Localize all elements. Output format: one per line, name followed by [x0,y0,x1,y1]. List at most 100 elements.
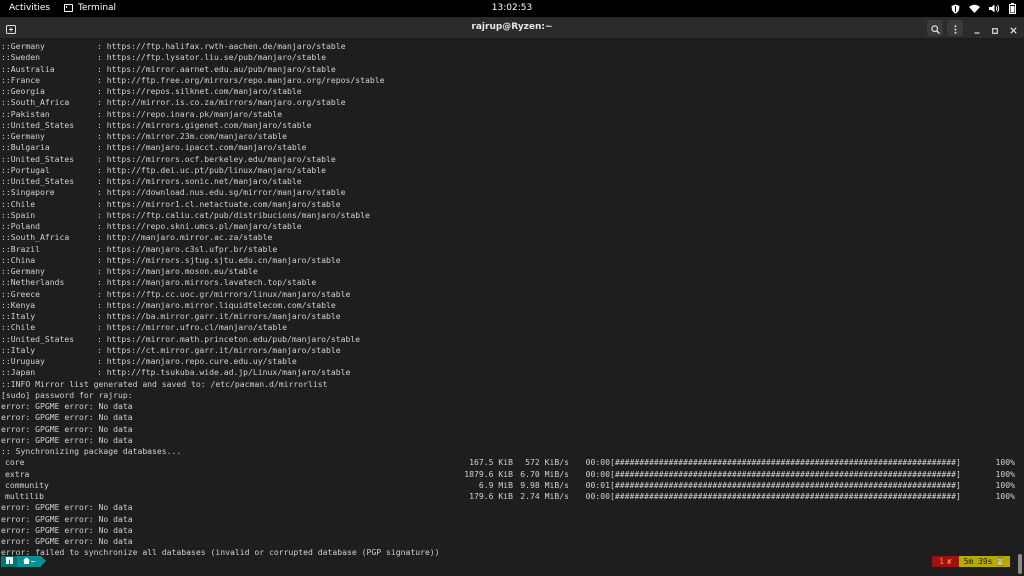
app-menu-terminal[interactable]: Terminal [64,3,116,13]
mirror-line: ::Portugal : http://ftp.dei.uc.pt/pub/lin… [1,165,1019,176]
home-icon [22,557,30,566]
mirror-country: ::Italy [1,311,36,321]
terminal-header-bar: rajrup@Ryzen:~ [0,17,1024,39]
mirror-line: ::Brazil: https://manjaro.c3sl.ufpr.br/s… [1,244,1019,255]
mirror-url: : https://ftp.lysator.liu.se/pub/manjaro… [97,52,327,63]
mirror-line: ::France : http://ftp.free.org/mirrors/re… [1,75,1019,86]
mirror-line: ::China: https://mirrors.sjtug.sjtu.edu.… [1,255,1019,266]
search-icon [930,19,940,38]
sync-speed: 2.74 MiB/s [520,491,569,501]
sync-pct: 100% [995,468,1016,479]
clock[interactable]: 13:02:53 [492,3,532,13]
mirror-country: ::France [1,74,40,85]
mirror-country: ::South_Africa [1,232,70,243]
mirror-country: ::Georgia [1,86,45,96]
sync-heading-line: :: Synchronizing package databases... [1,446,182,456]
new-tab-button[interactable] [3,20,19,36]
sync-name: extra [5,468,30,479]
mirror-url: : https://repo.skni.umcs.pl/manjaro/stab… [97,221,302,231]
system-tray[interactable] [951,2,1016,15]
gpgme-error-line: error: GPGME error: No data [1,412,133,423]
volume-icon [989,4,1000,13]
mirror-url: : https://mirror.ufro.cl/manjaro/stable [97,322,288,333]
mirror-line: ::United_States: https://mirror.math.pri… [1,334,1019,345]
activities-button[interactable]: Activities [9,3,50,13]
menu-icon [954,19,957,38]
mirror-url: : https://manjaro.moson.eu/stable [97,266,258,276]
mirror-url: : https://manjaro.mirrors.lavatech.top/s… [97,277,317,288]
mirror-line: ::Singapore: https://download.nus.edu.sg… [1,187,1019,198]
mirror-line: ::Australia: https://mirror.aarnet.edu.a… [1,64,1019,75]
scrollbar-thumb[interactable] [1018,554,1022,574]
terminal-scrollbar[interactable] [1016,40,1024,576]
mirror-country: ::United_States [1,119,75,130]
mirror-url: : https://mirror1.cl.netactuate.com/manj… [97,198,341,209]
sync-pct: 100% [995,491,1016,501]
sync-pct: 100% [995,479,1016,490]
mirror-url: : https://mirror.aarnet.edu.au/pub/manja… [97,63,336,74]
prompt-dir: ~ [30,557,36,566]
mirror-line: ::Chile: https://mirror1.cl.netactuate.c… [1,199,1019,210]
mirror-country: ::Greece [1,288,40,299]
mirror-country: ::Netherlands [1,277,65,288]
mirror-country: ::Japan [1,367,36,378]
sync-time: 00:00 [585,457,610,468]
mirror-country: ::Germany [1,41,45,51]
search-button[interactable] [927,20,943,36]
mirror-url: : https://mirrors.gigenet.com/manjaro/st… [97,119,312,130]
sync-row: extra 1879.6 KiB 6.70 MiB/s 00:00 [#########… [1,469,1019,480]
mirror-url: : http://manjaro.mirror.ac.za/stable [97,232,273,243]
mirror-country: ::Sweden [1,52,40,63]
mirror-country: ::Bulgaria [1,142,50,153]
mirror-line: ::United_States : https://mirrors.gigenet… [1,120,1019,131]
mirror-line: ::South_Africa : http://manjaro.mirror.ac… [1,232,1019,243]
sync-size: 1879.6 KiB [464,468,513,479]
shell-prompt: ~ 1 ✘ 5m 39s ⌛ [0,556,1016,567]
sync-size: 179.6 KiB [469,491,513,501]
mirror-line: ::United_States: https://mirrors.ocf.ber… [1,154,1019,165]
mirror-country: ::South_Africa [1,97,70,108]
gpgme-error-line: error: GPGME error: No data [1,536,133,546]
sync-name: community [5,479,49,490]
sync-row: community 6.9 MiB 9.98 MiB/s 00:01 [########… [1,480,1019,491]
mirror-url: : http://ftp.free.org/mirrors/repo.manja… [97,74,385,85]
mirror-line: ::Germany : https://ftp.halifax.rwth-aach… [1,41,1019,52]
mirror-line: ::Greece : https://ftp.cc.uoc.gr/mirrors/… [1,289,1019,300]
mirror-url: : https://ba.mirror.garr.it/mirrors/manj… [97,311,341,321]
mirror-url: : https://manjaro.mirror.liquidtelecom.c… [97,299,336,310]
mirror-url: : https://mirror.math.princeton.edu/pub/… [97,333,361,344]
mirror-url: : https://mirror.23m.com/manjaro/stable [97,131,288,141]
sync-pct: 100% [995,457,1016,468]
mirror-country: ::Germany [1,266,45,276]
mirror-country: ::Portugal [1,164,50,175]
menu-button[interactable] [947,20,963,36]
minimize-button[interactable] [969,20,985,36]
mirror-country: ::Spain [1,209,36,220]
mirror-line: ::Pakistan: https://repo.inara.pk/manjar… [1,109,1019,120]
mirror-line: ::United_States: https://mirrors.sonic.n… [1,176,1019,187]
battery-icon [1009,3,1016,14]
hourglass-icon: ⌛ [995,557,1006,566]
mirror-url: : http://ftp.tsukuba.wide.ad.jp/Linux/ma… [97,367,351,378]
maximize-button[interactable] [987,20,1003,36]
sync-bar: [#######################################… [610,457,961,468]
sync-name: multilib [5,491,44,501]
gpgme-error-line: error: GPGME error: No data [1,434,133,445]
sync-row: core 167.5 KiB 572 KiB/s 00:00 [############… [1,457,1019,468]
sync-speed: 9.98 MiB/s [520,479,569,490]
mirror-url: : https://ftp.cc.uoc.gr/mirrors/linux/ma… [97,288,351,299]
terminal-output[interactable]: ::Germany : https://ftp.halifax.rwth-aach… [0,40,1024,576]
mirror-line: ::Uruguay: https://manjaro.repo.cure.edu… [1,356,1019,367]
close-button[interactable] [1005,20,1021,36]
mirror-line: ::Italy : https://ba.mirror.garr.it/mirro… [1,311,1019,322]
sync-bar: [#######################################… [610,491,961,501]
prompt-duration-segment: 5m 39s ⌛ [959,556,1010,567]
mirror-url: : https://repos.silknet.com/manjaro/stab… [97,86,302,96]
mirror-country: ::Germany [1,131,45,141]
mirror-line: ::Spain : https://ftp.caliu.cat/pub/distr… [1,210,1019,221]
mirror-url: : https://ftp.caliu.cat/pub/distribucion… [97,209,370,220]
gpgme-error-line: error: GPGME error: No data [1,513,133,524]
mirror-url: : http://ftp.dei.uc.pt/pub/linux/manjaro… [97,164,327,175]
sync-bar: [#######################################… [610,468,961,479]
mirror-url: : https://ftp.halifax.rwth-aachen.de/man… [97,41,346,51]
